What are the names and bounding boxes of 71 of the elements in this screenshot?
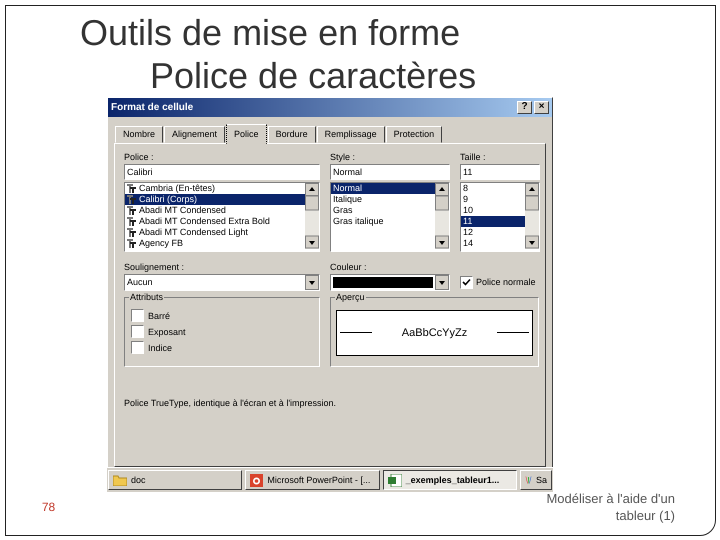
list-box[interactable]: 8 9 10 11 12 14	[460, 182, 540, 252]
field-label: Police :	[124, 150, 155, 164]
list-box[interactable]: Normal Italique Gras Gras italique	[330, 182, 450, 252]
input-field[interactable]: Calibri	[124, 164, 320, 180]
list-item[interactable]: Agency FB	[125, 238, 305, 249]
list-item[interactable]: 10	[461, 204, 525, 216]
page-number: 78	[42, 500, 56, 516]
list-item[interactable]: 12	[461, 226, 525, 238]
tab[interactable]: Bordure	[268, 126, 316, 143]
close-button[interactable]: ×	[534, 100, 549, 114]
checkbox-label: Exposant	[148, 326, 186, 337]
checkbox-label: Police normale	[476, 277, 536, 288]
truetype-icon	[127, 206, 136, 215]
slide-subtitle: Police de caractères	[150, 56, 478, 96]
presentation-app-icon	[250, 474, 264, 487]
group-title: Aperçu	[335, 292, 366, 303]
field-label: Couleur :	[330, 260, 368, 274]
tab[interactable]: Alignement	[164, 126, 226, 143]
taskbar-button[interactable]: Microsoft PowerPoint - [...	[245, 470, 380, 490]
list-item[interactable]: Italique	[331, 194, 435, 205]
list-item[interactable]: Calibri (Corps)	[125, 194, 305, 205]
field-label: Soulignement :	[124, 260, 186, 274]
list-item[interactable]: 14	[461, 238, 525, 249]
taskbar-button[interactable]: _exemples_tableur1...	[382, 470, 517, 490]
input-field[interactable]: 11	[460, 164, 540, 180]
truetype-icon	[127, 238, 136, 248]
tab[interactable]: Nombre	[115, 126, 164, 143]
help-button[interactable]: ?	[517, 100, 532, 114]
scrollbar[interactable]	[435, 182, 449, 249]
tab[interactable]: Remplissage	[316, 126, 385, 143]
group-title: Attributs	[129, 292, 164, 303]
dropdown-value: Aucun	[126, 277, 154, 288]
list-item[interactable]: 8	[461, 182, 525, 194]
tab[interactable]: Protection	[386, 126, 442, 143]
truetype-icon	[127, 194, 136, 204]
checkbox[interactable]	[131, 341, 144, 354]
tab[interactable]: Police	[226, 124, 267, 144]
list-item[interactable]: Normal	[331, 182, 435, 194]
truetype-icon	[127, 184, 136, 193]
list-item[interactable]: Cambria (En-têtes)	[125, 182, 305, 194]
checkbox-label: Indice	[148, 342, 172, 353]
color-dropdown[interactable]	[330, 274, 450, 291]
taskbar-button[interactable]: Sa	[520, 470, 552, 490]
preview-sample: AaBbCcYyZz	[402, 326, 468, 339]
checkbox[interactable]	[460, 276, 473, 289]
checkbox-label: Barré	[148, 310, 170, 321]
field-label: Taille :	[460, 150, 487, 164]
list-item[interactable]: 9	[461, 194, 525, 205]
scrollbar[interactable]	[525, 182, 539, 249]
slide-title: Outils de mise en forme	[80, 13, 462, 53]
slide-footer: Modéliser à l'aide d'un tableur (1)	[525, 490, 675, 540]
checkbox[interactable]	[131, 325, 144, 338]
scrollbar[interactable]	[305, 182, 319, 249]
underline-dropdown[interactable]: Aucun	[124, 274, 320, 291]
list-item[interactable]: Abadi MT Condensed	[125, 204, 305, 216]
font-note: Police TrueType, identique à l'écran et à l'impression.	[124, 398, 338, 408]
list-item[interactable]: Abadi MT Condensed Extra Bold	[125, 216, 305, 227]
list-box[interactable]: Cambria (En-têtes) Calibri (Corps) Abadi MT Condensed Abadi MT Condensed Extra Bold Abadi MT Condensed Light Agency FB	[124, 182, 320, 252]
truetype-icon	[127, 228, 136, 237]
window-title: Format de cellule	[111, 102, 194, 113]
taskbar-button[interactable]: doc	[108, 470, 242, 490]
list-item[interactable]: Gras	[331, 204, 435, 216]
checkbox[interactable]	[131, 309, 144, 322]
list-item[interactable]: Gras italique	[331, 216, 435, 227]
input-field[interactable]: Normal	[330, 164, 450, 180]
field-label: Style :	[330, 150, 356, 164]
spreadsheet-app-icon	[388, 474, 402, 487]
truetype-icon	[127, 216, 136, 226]
list-item[interactable]: 11	[461, 216, 525, 227]
list-item[interactable]: Abadi MT Condensed Light	[125, 226, 305, 238]
folder-icon	[113, 474, 127, 486]
